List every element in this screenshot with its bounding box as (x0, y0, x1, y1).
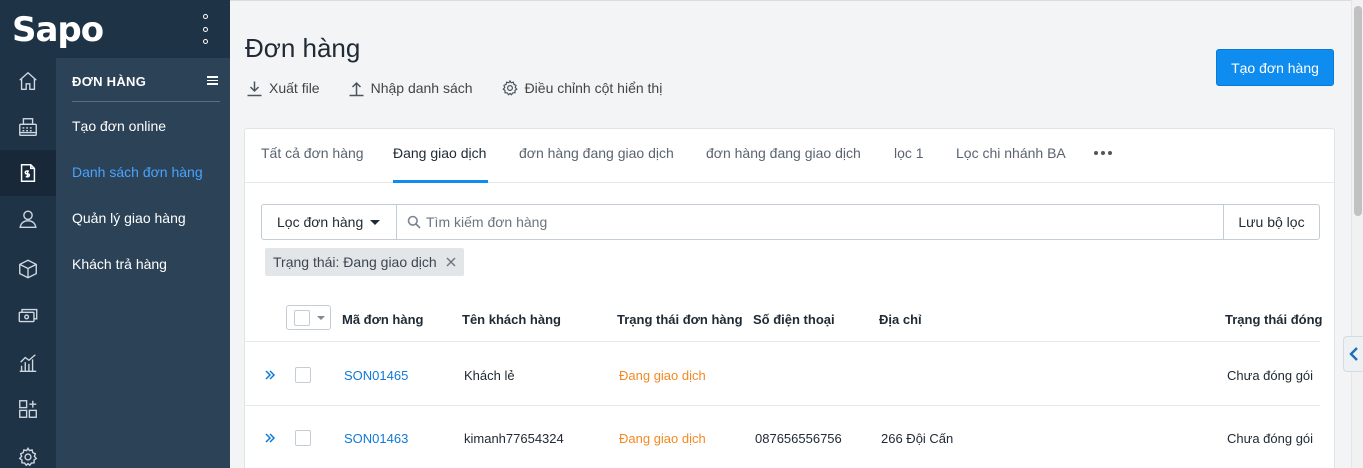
import-list-button[interactable]: Nhập danh sách (348, 79, 473, 97)
customer-icon[interactable] (0, 196, 56, 242)
col-customer-name[interactable]: Tên khách hàng (462, 312, 561, 327)
col-order-status[interactable]: Trạng thái đơn hàng (617, 312, 743, 327)
filter-orders-dropdown[interactable]: Lọc đơn hàng (262, 205, 397, 239)
order-code-link[interactable]: SON01463 (344, 431, 408, 446)
logo-area: Sapo (0, 0, 230, 58)
order-status: Đang giao dịch (619, 368, 706, 383)
submenu-item-shipping[interactable]: Quản lý giao hàng (72, 210, 186, 226)
filter-bar: Lọc đơn hàng Lưu bộ lọc (261, 204, 1320, 240)
order-tabs: Tất cả đơn hàng Đang giao dịch đơn hàng … (245, 129, 1334, 183)
table-row[interactable]: SON01465 Khách lẻ Đang giao dịch Chưa đó… (245, 343, 1320, 406)
pos-icon[interactable] (0, 104, 56, 150)
report-icon[interactable] (0, 340, 56, 386)
row-checkbox[interactable] (295, 367, 311, 383)
caret-down-icon (317, 316, 325, 320)
status-filter-chip: Trạng thái: Đang giao dịch (265, 248, 464, 276)
scrollbar-thumb[interactable] (1354, 6, 1362, 216)
submenu-item-create-online[interactable]: Tạo đơn online (72, 118, 166, 134)
col-pack-status[interactable]: Trạng thái đóng (1225, 312, 1323, 327)
adjust-columns-button[interactable]: Điều chỉnh cột hiển thị (501, 79, 663, 97)
apps-icon[interactable] (0, 386, 56, 432)
bulk-select-checkbox[interactable] (286, 305, 331, 330)
customer-name: kimanh77654324 (464, 431, 564, 446)
caret-down-icon (370, 220, 380, 225)
orders-submenu: ĐƠN HÀNG Tạo đơn online Danh sách đơn hà… (56, 58, 230, 468)
pack-status: Chưa đóng gói (1227, 431, 1314, 446)
col-phone[interactable]: Số điện thoại (753, 312, 835, 327)
home-icon[interactable] (0, 58, 56, 104)
side-panel-toggle[interactable] (1343, 336, 1363, 372)
chevron-double-right-icon[interactable] (264, 369, 276, 381)
more-tabs-icon[interactable] (1094, 151, 1112, 155)
tab-saved-filter-2[interactable]: đơn hàng đang giao dịch (706, 145, 861, 161)
main-content: Đơn hàng Xuất file Nhập danh sách Điều c… (230, 0, 1351, 468)
submenu-divider (72, 101, 220, 102)
pack-status: Chưa đóng gói (1227, 368, 1314, 383)
table-row[interactable]: SON01463 kimanh77654324 Đang giao dịch 0… (245, 406, 1320, 468)
hamburger-icon[interactable] (207, 76, 218, 85)
import-list-label: Nhập danh sách (370, 80, 473, 96)
download-icon (247, 81, 262, 96)
search-icon (407, 215, 421, 229)
sapo-logo[interactable]: Sapo (12, 10, 104, 50)
tab-filter-loc-1[interactable]: lọc 1 (894, 145, 924, 161)
more-vertical-icon[interactable] (198, 14, 212, 44)
tab-filter-branch-ba[interactable]: Lọc chi nhánh BA (956, 145, 1066, 161)
order-status: Đang giao dịch (619, 431, 706, 446)
phone-number: 087656556756 (755, 431, 842, 446)
orders-card: Tất cả đơn hàng Đang giao dịch đơn hàng … (244, 128, 1335, 468)
table-header: Mã đơn hàng Tên khách hàng Trạng thái đơ… (245, 297, 1323, 342)
tab-saved-filter-1[interactable]: đơn hàng đang giao dịch (519, 145, 674, 161)
status-filter-chip-label: Trạng thái: Đang giao dịch (273, 254, 437, 270)
export-file-label: Xuất file (269, 80, 320, 96)
product-icon[interactable] (0, 246, 56, 292)
address: 266 Đội Cấn (881, 431, 954, 446)
upload-icon (349, 81, 364, 96)
orders-icon[interactable] (0, 150, 56, 196)
search-orders-input[interactable] (426, 206, 1216, 238)
icon-rail (0, 0, 56, 468)
gear-icon (501, 79, 518, 96)
close-icon[interactable] (446, 257, 456, 267)
page-toolbar: Xuất file Nhập danh sách Điều chỉnh cột … (246, 79, 690, 97)
row-checkbox[interactable] (295, 430, 311, 446)
create-order-button[interactable]: Tạo đơn hàng (1216, 49, 1334, 86)
page-title: Đơn hàng (245, 33, 361, 63)
submenu-item-order-list[interactable]: Danh sách đơn hàng (72, 164, 203, 180)
submenu-heading: ĐƠN HÀNG (72, 74, 147, 89)
order-code-link[interactable]: SON01465 (344, 368, 408, 383)
submenu-item-returns[interactable]: Khách trả hàng (72, 256, 167, 272)
settings-icon[interactable] (0, 434, 56, 468)
tab-all-orders[interactable]: Tất cả đơn hàng (261, 145, 364, 161)
chevron-left-icon (1348, 347, 1358, 361)
cash-icon[interactable] (0, 293, 56, 339)
tab-in-transaction[interactable]: Đang giao dịch (393, 145, 486, 161)
page-scrollbar[interactable] (1351, 0, 1363, 468)
export-file-button[interactable]: Xuất file (246, 79, 320, 97)
col-address[interactable]: Địa chỉ (879, 312, 922, 327)
col-order-code[interactable]: Mã đơn hàng (342, 312, 423, 327)
active-tab-indicator (393, 180, 488, 183)
save-filter-button[interactable]: Lưu bộ lọc (1223, 205, 1319, 239)
customer-name: Khách lẻ (464, 368, 515, 383)
chevron-double-right-icon[interactable] (264, 432, 276, 444)
adjust-columns-label: Điều chỉnh cột hiển thị (524, 80, 663, 96)
filter-orders-label: Lọc đơn hàng (277, 214, 364, 230)
